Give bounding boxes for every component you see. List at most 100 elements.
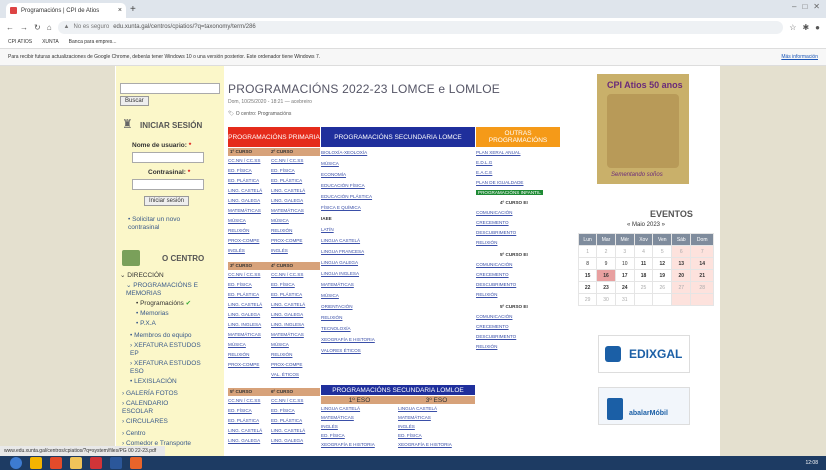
- app-icon[interactable]: [50, 457, 62, 469]
- calendar-day[interactable]: 18: [633, 269, 654, 282]
- url-field[interactable]: ▲ No es seguro edu.xunta.gal/centros/cpi…: [57, 20, 784, 34]
- anniversary-poster[interactable]: CPI Atios 50 anos Sementando soños: [597, 74, 689, 184]
- lomce-subject-link[interactable]: MÚSICA: [321, 293, 339, 298]
- infantil-link[interactable]: RELIXIÓN: [476, 240, 497, 245]
- nav-membros[interactable]: • Membros do equipo: [130, 332, 192, 340]
- subject-link[interactable]: LING. GALEGA: [228, 438, 260, 443]
- calendar-day[interactable]: 19: [652, 269, 673, 282]
- lomloe-link[interactable]: ED. FÍSICA: [321, 433, 345, 438]
- subject-link[interactable]: PROX-COMPE: [228, 362, 259, 367]
- username-field[interactable]: [132, 152, 204, 163]
- nav-xefatura-eso[interactable]: › XEFATURA ESTUDOS ESO: [130, 360, 210, 376]
- infantil-link[interactable]: COMUNICACIÓN: [476, 210, 513, 215]
- calendar-month-nav[interactable]: « Maio 2023 »: [578, 222, 714, 233]
- subject-link[interactable]: ED. PLÁSTICA: [228, 178, 259, 183]
- calendar-day[interactable]: 7: [690, 245, 714, 258]
- password-field[interactable]: [132, 179, 204, 190]
- calendar-day[interactable]: [690, 293, 714, 306]
- infantil-link[interactable]: CRECEMENTO: [476, 220, 509, 225]
- subject-link[interactable]: ED. FÍSICA: [228, 408, 252, 413]
- lomce-subject-link[interactable]: FÍSICA E QUÍMICA: [321, 205, 361, 210]
- nav-programacions[interactable]: • Programacións ✔: [136, 300, 191, 308]
- lomce-subject-link[interactable]: LINGUA GALEGA: [321, 260, 358, 265]
- subject-link[interactable]: ED. PLÁSTICA: [271, 178, 302, 183]
- reload-icon[interactable]: ↻: [34, 23, 41, 32]
- abalar-banner[interactable]: abalarMóbil: [598, 387, 690, 425]
- subject-link[interactable]: CC.NN / CC.SS: [271, 398, 303, 403]
- close-window-icon[interactable]: ✕: [813, 2, 820, 11]
- infantil-button[interactable]: PROGRAMACIÓNS INFANTIL: [476, 190, 543, 195]
- new-tab-icon[interactable]: +: [130, 4, 136, 15]
- lomloe-link[interactable]: XEOGRAFÍA E HISTORIA: [398, 442, 452, 447]
- subject-link[interactable]: MATEMÁTICAS: [228, 208, 261, 213]
- word-icon[interactable]: [110, 457, 122, 469]
- nav-calendario[interactable]: › CALENDARIO ESCOLAR: [122, 400, 192, 416]
- subject-link[interactable]: INGLÉS: [271, 248, 288, 253]
- subject-link[interactable]: ED. FÍSICA: [228, 282, 252, 287]
- subject-link[interactable]: ED. FÍSICA: [271, 282, 295, 287]
- nav-memorias[interactable]: • Memorias: [136, 310, 169, 318]
- subject-link[interactable]: MÚSICA: [271, 342, 289, 347]
- calendar-day[interactable]: 1: [577, 245, 598, 258]
- subject-link[interactable]: MATEMÁTICAS: [271, 332, 304, 337]
- nav-xefatura-ep[interactable]: › XEFATURA ESTUDOS EP: [130, 342, 210, 358]
- request-password-link[interactable]: • Solicitar un novo contrasinal: [128, 216, 208, 232]
- calendar-day[interactable]: 14: [690, 257, 714, 270]
- lomce-subject-link[interactable]: MATEMÁTICAS: [321, 282, 354, 287]
- calendar-day[interactable]: 12: [652, 257, 673, 270]
- calendar-day[interactable]: 26: [652, 281, 673, 294]
- subject-link[interactable]: LING. INGLESA: [228, 322, 261, 327]
- infantil-link[interactable]: DESCUBRIMENTO: [476, 334, 516, 339]
- subject-link[interactable]: CC.NN / CC.SS: [271, 272, 303, 277]
- login-button[interactable]: Iniciar sesión: [144, 196, 190, 206]
- subject-link[interactable]: CC.NN / CC.SS: [228, 398, 260, 403]
- star-icon[interactable]: ☆: [789, 23, 796, 32]
- calendar-day[interactable]: 31: [614, 293, 635, 306]
- subject-link[interactable]: LING. CASTELÁ: [228, 188, 262, 193]
- folder-icon[interactable]: [70, 457, 82, 469]
- calendar-day[interactable]: 28: [690, 281, 714, 294]
- outras-link[interactable]: E.D.L.G: [476, 160, 492, 165]
- lomloe-link[interactable]: INGLÉS: [321, 424, 338, 429]
- subject-link[interactable]: ED. FÍSICA: [271, 168, 295, 173]
- lomce-subject-link[interactable]: ORIENTACIÓN: [321, 304, 353, 309]
- nav-lexislacion[interactable]: • LEXISLACIÓN: [130, 378, 177, 386]
- extensions-icon[interactable]: ✱: [802, 23, 809, 32]
- nav-circulares[interactable]: › CIRCULARES: [122, 418, 168, 426]
- subject-link[interactable]: MATEMÁTICAS: [228, 332, 261, 337]
- lomce-subject-link[interactable]: XEOGRAFÍA E HISTORIA: [321, 337, 375, 342]
- bookmark-item[interactable]: CPI ATIOS: [8, 39, 32, 45]
- forward-icon[interactable]: →: [20, 23, 28, 32]
- lomce-subject-link[interactable]: LINGUA CASTELÁ: [321, 238, 360, 243]
- lomce-subject-link[interactable]: EDUCACIÓN PLÁSTICA: [321, 194, 372, 199]
- calendar-day[interactable]: 24: [614, 281, 635, 294]
- infantil-link[interactable]: COMUNICACIÓN: [476, 262, 513, 267]
- close-tab-icon[interactable]: ×: [118, 7, 122, 14]
- start-icon[interactable]: [10, 457, 22, 469]
- lomloe-link[interactable]: XEOGRAFÍA E HISTORIA: [321, 442, 375, 447]
- infantil-link[interactable]: COMUNICACIÓN: [476, 314, 513, 319]
- subject-link[interactable]: MÚSICA: [271, 218, 289, 223]
- calendar-day[interactable]: 17: [614, 269, 635, 282]
- outras-link[interactable]: E.A.C.E: [476, 170, 492, 175]
- calendar-day[interactable]: 20: [671, 269, 692, 282]
- calendar-day[interactable]: 4: [633, 245, 654, 258]
- browser-tab[interactable]: Programacións | CPI de Atios ×: [6, 3, 126, 18]
- calendar-day[interactable]: 27: [671, 281, 692, 294]
- subject-link[interactable]: LING. CASTELÁ: [271, 428, 305, 433]
- infobar-more-link[interactable]: Más información: [781, 54, 818, 60]
- lomce-subject-link[interactable]: LATÍN: [321, 227, 334, 232]
- lomloe-link[interactable]: LINGUA CASTELÁ: [398, 406, 437, 411]
- infantil-link[interactable]: CRECEMENTO: [476, 272, 509, 277]
- subject-link[interactable]: PROX-COMPE: [271, 238, 302, 243]
- calendar-day[interactable]: 29: [577, 293, 598, 306]
- subject-link[interactable]: LING. CASTELÁ: [271, 188, 305, 193]
- calendar-day[interactable]: [652, 293, 673, 306]
- lomce-subject-link[interactable]: BIOLOXÍA-XEOLOXÍA: [321, 150, 367, 155]
- subject-link[interactable]: PROX-COMPE: [228, 238, 259, 243]
- subject-link[interactable]: LING. GALEGA: [271, 438, 303, 443]
- subject-link[interactable]: CC.NN / CC.SS: [271, 158, 303, 163]
- edixgal-banner[interactable]: EDIXGAL: [598, 335, 690, 373]
- calendar-day[interactable]: 6: [671, 245, 692, 258]
- maximize-icon[interactable]: □: [802, 2, 807, 11]
